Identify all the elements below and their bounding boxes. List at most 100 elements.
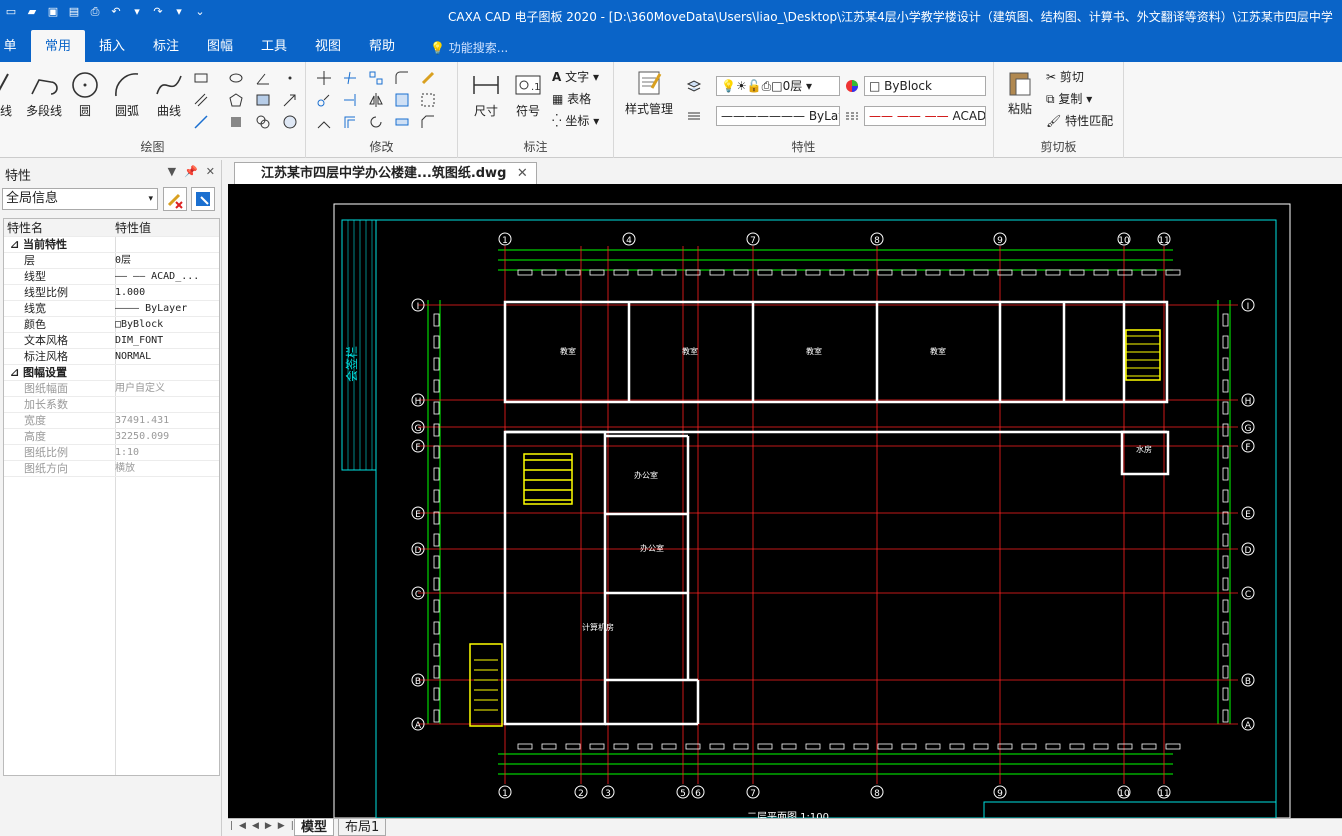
property-row[interactable]: 线型比例 1.000 [4, 285, 219, 301]
tab-tools[interactable]: 工具 [254, 30, 294, 62]
save-icon[interactable]: ▣ [46, 5, 60, 19]
linetype-dropdown[interactable]: —— —— —— ACAD_ [864, 106, 986, 126]
tab-model[interactable]: 模型 [294, 819, 335, 836]
print-icon[interactable]: ⎙ [88, 5, 102, 19]
curve-button[interactable]: 曲线 [152, 70, 186, 119]
linewidth-dropdown[interactable]: ——————— ByLayer [716, 106, 840, 126]
property-row[interactable]: 图纸方向 横放 [4, 461, 219, 477]
new-file-icon[interactable]: ▭ [4, 5, 18, 19]
angle-line-icon[interactable] [255, 70, 271, 86]
color-dropdown[interactable]: □ ByBlock [864, 76, 986, 96]
parallel-line-icon[interactable] [193, 92, 209, 108]
explode-icon[interactable] [420, 92, 436, 108]
linetype-icon[interactable] [844, 108, 860, 124]
close-tab-icon[interactable]: ✕ [517, 166, 528, 181]
symbol-button[interactable]: .1 符号 [508, 70, 548, 119]
array-icon[interactable] [368, 70, 384, 86]
block-icon[interactable] [228, 114, 244, 130]
copy-entity-icon[interactable] [316, 92, 332, 108]
staircase [469, 643, 503, 727]
rectangle-icon[interactable] [193, 70, 209, 86]
tab-insert[interactable]: 插入 [92, 30, 132, 62]
floor-plan-drawing[interactable]: 会签栏1 4 7 8 9 10 111 2 3 5 6 7 8 9 10 11I IH HG GF FE ED DC CB B… [228, 184, 1342, 818]
redo-icon[interactable]: ↷ [151, 5, 165, 19]
property-row[interactable]: 图纸比例 1:10 [4, 445, 219, 461]
point-icon[interactable] [282, 70, 298, 86]
polyline-button[interactable]: 多段线 [22, 70, 66, 119]
clear-selection-button[interactable] [163, 187, 187, 211]
arc-button[interactable]: 圆弧 [110, 70, 144, 119]
style-manager-button[interactable]: 样式管理 [618, 68, 680, 117]
window [1222, 489, 1229, 503]
property-row[interactable]: 线型 —— —— ACAD_... [4, 269, 219, 285]
property-row[interactable]: 线宽 ———— ByLayer [4, 301, 219, 317]
lineweight-icon[interactable] [686, 108, 702, 124]
property-row[interactable]: 层 0层 [4, 253, 219, 269]
property-row[interactable]: 标注风格 NORMAL [4, 349, 219, 365]
undo-dropdown-icon[interactable]: ▾ [130, 5, 144, 19]
dimension-button[interactable]: 尺寸 [466, 70, 506, 119]
table-button[interactable]: ▦ 表格 [552, 90, 608, 107]
fillet-icon[interactable] [394, 70, 410, 86]
stretch-icon[interactable] [316, 114, 332, 130]
erase-icon[interactable] [420, 70, 436, 86]
property-row[interactable]: 颜色 □ByBlock [4, 317, 219, 333]
layer-manager-icon[interactable] [686, 78, 702, 94]
hatch-icon[interactable] [255, 92, 271, 108]
tab-nav-arrows[interactable]: |◀◀▶▶| [230, 821, 300, 831]
pin-icon[interactable]: 📌 [184, 165, 198, 178]
centerline-icon[interactable] [193, 114, 209, 130]
function-search[interactable]: 💡 功能搜索... [430, 39, 508, 56]
coordinate-button[interactable]: ⁛ 坐标 ▾ [552, 112, 608, 129]
tab-view[interactable]: 视图 [308, 30, 348, 62]
rotate-icon[interactable] [368, 114, 384, 130]
cut-button[interactable]: ✂ 剪切 [1046, 68, 1118, 85]
chamfer-icon[interactable] [420, 114, 436, 130]
redo-dropdown-icon[interactable]: ▾ [172, 5, 186, 19]
text-button[interactable]: A 文字 ▾ [552, 68, 608, 85]
open-folder-icon[interactable]: ▰ [25, 5, 39, 19]
property-scope-dropdown[interactable]: 全局信息 ▾ [2, 188, 158, 210]
tab-menu[interactable]: 单 [0, 30, 20, 62]
insert-block-icon[interactable] [255, 114, 271, 130]
window [1045, 743, 1061, 750]
scale-icon[interactable] [394, 92, 410, 108]
layer-dropdown[interactable]: 💡☀🔓⎙□0层 ▾ [716, 76, 840, 96]
tab-home[interactable]: 常用 [31, 30, 85, 62]
quick-select-button[interactable] [191, 187, 215, 211]
document-tab[interactable]: 江苏某市四层中学办公楼建...筑图纸.dwg ✕ [234, 162, 537, 184]
arrow-icon[interactable] [282, 92, 298, 108]
offset-icon[interactable] [342, 114, 358, 130]
trim-icon[interactable] [342, 70, 358, 86]
property-row[interactable]: 图纸幅面 用户自定义 [4, 381, 219, 397]
copy-button[interactable]: ⧉ 复制 ▾ [1046, 90, 1118, 107]
customize-icon[interactable]: ⌄ [193, 5, 207, 19]
mirror-icon[interactable] [368, 92, 384, 108]
tab-help[interactable]: 帮助 [362, 30, 402, 62]
panel-menu-icon[interactable]: ▼ [168, 165, 176, 178]
property-row[interactable]: 宽度 37491.431 [4, 413, 219, 429]
undo-icon[interactable]: ↶ [109, 5, 123, 19]
close-icon[interactable]: ✕ [206, 165, 215, 178]
ellipse-icon[interactable] [228, 70, 244, 86]
save-as-icon[interactable]: ▤ [67, 5, 81, 19]
paste-button[interactable]: 粘贴 [1000, 68, 1040, 117]
extend-icon[interactable] [342, 92, 358, 108]
color-wheel-icon[interactable] [844, 78, 860, 94]
polygon-icon[interactable] [228, 92, 244, 108]
property-section[interactable]: ⊿ 当前特性 [4, 237, 219, 253]
line-button[interactable]: 线 [0, 70, 18, 119]
property-row[interactable]: 文本风格 DIM_FONT [4, 333, 219, 349]
property-section[interactable]: ⊿ 图幅设置 [4, 365, 219, 381]
break-icon[interactable] [394, 114, 410, 130]
circle-button[interactable]: 圆 [70, 70, 100, 119]
tab-frame[interactable]: 图幅 [200, 30, 240, 62]
property-row[interactable]: 加长系数 [4, 397, 219, 413]
drawing-canvas[interactable]: 会签栏 1 4 7 8 9 10 11 1 2 3 5 6 7 8 9 10 11 I I H H G G F F E E D D C C B B… [228, 184, 1342, 818]
match-properties-button[interactable]: 🖌 特性匹配 [1046, 112, 1118, 129]
tab-layout1[interactable]: 布局1 [338, 819, 387, 836]
property-row[interactable]: 高度 32250.099 [4, 429, 219, 445]
move-icon[interactable] [316, 70, 332, 86]
tab-annotate[interactable]: 标注 [146, 30, 186, 62]
image-icon[interactable] [282, 114, 298, 130]
